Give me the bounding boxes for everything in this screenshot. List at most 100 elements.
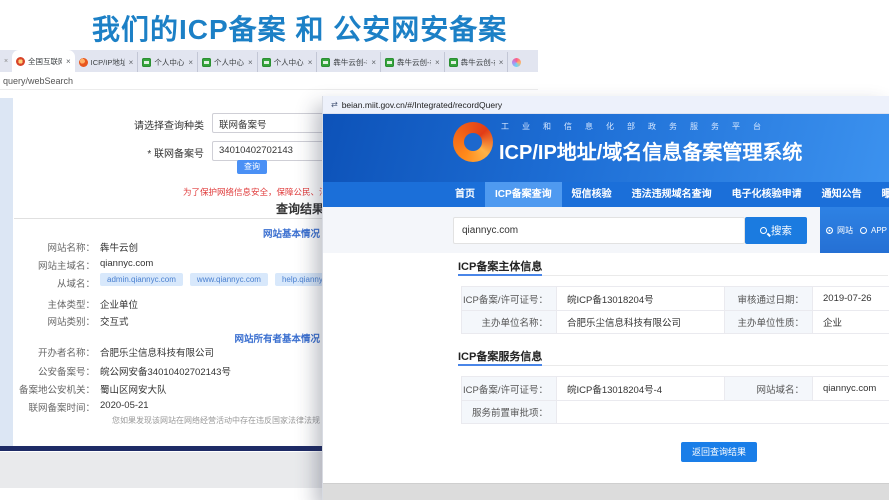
search-icon — [760, 227, 767, 234]
tab-label: ICP/IP地址: — [91, 57, 125, 68]
tab-label: 个人中心 — [214, 57, 244, 68]
miit-window: ⇄ beian.miit.gov.cn/#/Integrated/recordQ… — [322, 96, 889, 500]
cell-label: 网站域名： — [725, 377, 813, 400]
heading-underline — [458, 364, 542, 366]
nav-notice[interactable]: 通知公告 — [812, 182, 872, 207]
cell-label: ICP备案/许可证号： — [462, 287, 557, 310]
nav-home[interactable]: 首页 — [445, 182, 485, 207]
tab-label: 犇牛云创-在 — [333, 57, 367, 68]
close-icon[interactable]: × — [499, 58, 504, 67]
close-icon[interactable]: × — [248, 58, 253, 67]
search-button[interactable]: 搜索 — [745, 217, 807, 244]
owner-name-value: 合肥乐尘信息科技有限公司 — [100, 345, 214, 359]
back-to-results-button[interactable]: 返回查询结果 — [681, 442, 757, 462]
field-label: 主体类型： — [10, 297, 95, 311]
report-footnote: 您如果发现该网站在网络经营活动中存在违反国家法律法规 — [58, 415, 320, 426]
record-no-input[interactable]: 34010402702143 — [212, 141, 332, 161]
left-url-text: query/webSearch — [0, 76, 73, 86]
tab-misc[interactable] — [507, 52, 525, 72]
field-label: 备案地公安机关： — [10, 382, 95, 396]
nav-sms-verify[interactable]: 短信核验 — [562, 182, 622, 207]
field-label: 网站名称： — [10, 240, 95, 254]
screenshot-stage: 我们的ICP备案 和 公安网安备案 × 全国互联网安 × ICP/IP地址: ×… — [0, 0, 889, 500]
close-icon[interactable]: × — [188, 58, 193, 67]
icp-license-value: 皖ICP备13018204号 — [557, 287, 725, 310]
field-label: 开办者名称： — [10, 345, 95, 359]
site-favicon — [449, 58, 458, 67]
radio-website[interactable] — [826, 227, 833, 234]
query-type-select[interactable]: 联网备案号 — [212, 113, 332, 133]
main-domain-value: qiannyc.com — [100, 258, 153, 269]
site-favicon — [321, 58, 330, 67]
nav-illegal-domain[interactable]: 违法违规域名查询 — [622, 182, 722, 207]
search-type-panel: 网站 APP — [820, 207, 889, 253]
domain-tag[interactable]: www.qiannyc.com — [190, 273, 268, 286]
tab-personal-center-3[interactable]: 个人中心 × — [257, 52, 317, 72]
field-label: 网站主域名： — [10, 258, 95, 272]
owner-info-link[interactable]: 网站所有者基本情况 — [180, 331, 320, 345]
cell-label: ICP备案/许可证号： — [462, 377, 557, 400]
cell-label: 审核通过日期： — [725, 287, 813, 310]
tab-personal-center-2[interactable]: 个人中心 × — [197, 52, 257, 72]
left-address-bar[interactable]: query/webSearch — [0, 72, 538, 90]
nav-icp-query[interactable]: ICP备案查询 — [485, 182, 562, 207]
miit-navbar: 首页 ICP备案查询 短信核验 违法违规域名查询 电子化核验申请 通知公告 曝光… — [323, 182, 889, 207]
miit-favicon — [79, 58, 88, 67]
tab-partial[interactable]: × — [0, 50, 12, 72]
close-icon[interactable]: × — [66, 57, 71, 66]
table-row: ICP备案/许可证号： 皖ICP备13018204号 审核通过日期： 2019-… — [462, 287, 889, 310]
close-icon[interactable]: × — [435, 58, 440, 67]
field-label: 联网备案时间： — [10, 400, 95, 414]
field-label: 公安备案号： — [10, 364, 95, 378]
tab-miit[interactable]: ICP/IP地址: × — [75, 52, 138, 72]
tab-label: 个人中心 — [154, 57, 184, 68]
cell-label: 主办单位名称： — [462, 311, 557, 333]
tab-beian-mps[interactable]: 全国互联网安 × — [12, 50, 75, 72]
emblem-icon — [16, 57, 25, 66]
tab-qiannyc-3[interactable]: 犇牛云创-在 × — [444, 52, 508, 72]
close-icon[interactable]: × — [371, 58, 376, 67]
org-nature-value: 企业 — [813, 311, 889, 333]
miit-logo-icon — [453, 122, 493, 162]
field-label: 网站类别： — [10, 314, 95, 328]
approve-date-value: 2019-07-26 — [813, 287, 889, 310]
close-icon[interactable]: × — [308, 58, 313, 67]
site-favicon — [202, 58, 211, 67]
site-basic-info-link[interactable]: 网站基本情况 — [200, 226, 320, 240]
tab-personal-center-1[interactable]: 个人中心 × — [137, 52, 197, 72]
query-type-label: 请选择查询种类 — [78, 117, 204, 132]
subject-info-table: ICP备案/许可证号： 皖ICP备13018204号 审核通过日期： 2019-… — [461, 286, 889, 334]
query-button[interactable]: 查询 — [237, 160, 267, 174]
close-icon[interactable]: × — [129, 58, 134, 67]
radio-app[interactable] — [860, 227, 867, 234]
tab-label: 个人中心 — [274, 57, 304, 68]
mps-record-no-value: 皖公网安备34010402702143号 — [100, 364, 231, 378]
nav-exposure[interactable]: 曝光台 — [872, 182, 889, 207]
rainbow-favicon — [512, 58, 521, 67]
search-input[interactable] — [453, 217, 745, 244]
domain-tag[interactable]: admin.qiannyc.com — [100, 273, 183, 286]
nav-e-verify[interactable]: 电子化核验申请 — [722, 182, 812, 207]
radio-app-label: APP — [871, 226, 887, 235]
record-no-label: * 联网备案号 — [78, 145, 204, 160]
service-info-heading: ICP备案服务信息 — [458, 348, 542, 364]
heading-underline — [458, 274, 542, 276]
service-license-value: 皖ICP备13018204号-4 — [557, 377, 725, 400]
miit-address-bar[interactable]: ⇄ beian.miit.gov.cn/#/Integrated/recordQ… — [323, 96, 889, 114]
subject-type-value: 企业单位 — [100, 297, 138, 311]
browser-tab-bar: × 全国互联网安 × ICP/IP地址: × 个人中心 × 个人中心 × 个人中… — [0, 50, 538, 72]
tab-label: 全国互联网安 — [28, 56, 62, 67]
tab-label: 犇牛云创-在 — [461, 57, 495, 68]
search-section: 搜索 网站 APP — [323, 207, 889, 253]
service-info-table: ICP备案/许可证号： 皖ICP备13018204号-4 网站域名： qiann… — [461, 376, 889, 424]
tab-qiannyc-1[interactable]: 犇牛云创-在 × — [316, 52, 380, 72]
subject-info-heading: ICP备案主体信息 — [458, 258, 542, 274]
field-label: 从域名： — [10, 276, 95, 290]
result-title: 查询结果 — [276, 200, 324, 217]
sub-domain-tags: admin.qiannyc.com www.qiannyc.com help.q… — [100, 273, 351, 286]
search-button-label: 搜索 — [771, 223, 792, 238]
tab-qiannyc-2[interactable]: 犇牛云创-在 × — [380, 52, 444, 72]
miit-banner: 工业和信息化部政务服务平台 ICP/IP地址/域名信息备案管理系统 — [323, 114, 889, 182]
domain-value: qiannyc.com — [813, 377, 889, 400]
site-category-value: 交互式 — [100, 314, 129, 328]
